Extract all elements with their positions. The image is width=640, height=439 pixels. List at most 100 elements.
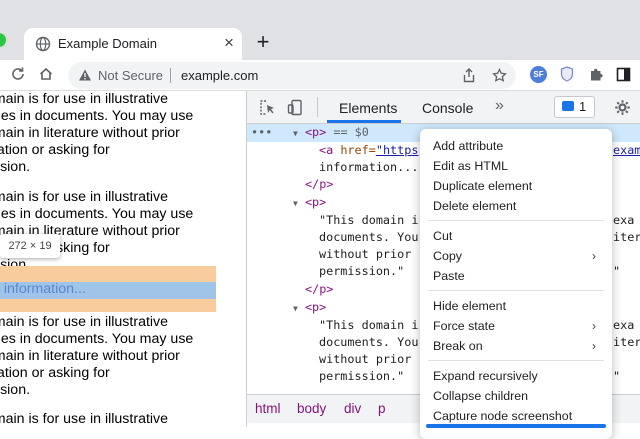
omnibox-divider — [170, 68, 171, 83]
address-bar[interactable]: Not Secure example.com — [68, 62, 516, 89]
dom-text-node[interactable]: documents. You — [319, 334, 418, 351]
menu-highlight-next-item[interactable] — [426, 424, 606, 428]
menu-item-force-state[interactable]: Force state › — [420, 316, 612, 336]
bookmark-star-icon[interactable] — [489, 65, 509, 85]
margin-highlight-bottom — [0, 299, 216, 312]
extensions-puzzle-icon[interactable] — [586, 64, 606, 84]
dom-overflow-fragment: " — [613, 369, 621, 383]
paragraph-line: domain is for use in illustrative — [0, 189, 169, 205]
dom-node-p-selected[interactable]: ▼ <p> == $0 — [293, 124, 369, 141]
node-actions-dots[interactable]: ••• — [251, 124, 272, 141]
dom-text-node[interactable]: "This domain i — [319, 317, 418, 334]
tab-title: Example Domain — [58, 36, 157, 51]
active-tab-indicator — [327, 120, 401, 123]
paragraph-line: domain is for use in illustrative — [0, 314, 169, 330]
breadcrumb-body[interactable]: body — [297, 401, 326, 416]
breadcrumb-div[interactable]: div — [344, 401, 361, 416]
tab-console[interactable]: Console — [422, 100, 473, 116]
menu-item-delete-element[interactable]: Delete element — [420, 196, 612, 216]
paragraph-line: domain is for use in illustrative — [0, 411, 169, 427]
paragraph-line: mples in documents. You may use — [0, 331, 194, 347]
toolbar-divider — [317, 97, 318, 117]
tag-name: <p> — [304, 300, 327, 314]
paragraph-4: domain is for use in illustrative — [0, 411, 228, 427]
devtools-toolbar: Elements Console » 1 — [247, 91, 640, 124]
dom-node-a[interactable]: <a href="https — [319, 142, 418, 159]
menu-item-add-attribute[interactable]: Add attribute — [420, 136, 612, 156]
inspect-element-icon[interactable] — [257, 97, 277, 117]
expand-triangle-icon[interactable]: ▼ — [293, 199, 298, 208]
menu-item-edit-as-html[interactable]: Edit as HTML — [420, 156, 612, 176]
more-tabs-button[interactable]: » — [495, 97, 504, 115]
dom-node-p[interactable]: ▼ <p> — [293, 194, 326, 211]
settings-gear-icon[interactable] — [612, 97, 632, 117]
breadcrumb-html[interactable]: html — [255, 401, 281, 416]
dom-text-node[interactable]: permission." — [319, 368, 404, 385]
message-icon — [562, 101, 574, 111]
device-toolbar-icon[interactable] — [285, 97, 305, 117]
menu-item-hide-element[interactable]: Hide element — [420, 296, 612, 316]
submenu-arrow-icon: › — [592, 319, 596, 333]
paragraph-2: domain is for use in illustrative mples … — [0, 189, 228, 274]
dom-overflow-fragment: " — [613, 264, 621, 278]
dom-closing-tag[interactable]: </p> — [305, 176, 333, 193]
new-tab-button[interactable]: + — [252, 31, 274, 53]
menu-item-paste[interactable]: Paste — [420, 266, 612, 286]
breadcrumb-p[interactable]: p — [378, 401, 386, 416]
paragraph-3: domain is for use in illustrative mples … — [0, 314, 228, 399]
menu-item-break-on[interactable]: Break on › — [420, 336, 612, 356]
window-title-bar — [0, 0, 640, 24]
paragraph-line: mples in documents. You may use — [0, 108, 194, 124]
menu-separator — [428, 220, 604, 221]
dom-overflow-fragment: exa — [613, 318, 635, 332]
expand-triangle-icon[interactable]: ▼ — [293, 304, 298, 313]
url-text[interactable]: example.com — [181, 68, 258, 83]
paragraph-1: domain is for use in illustrative mples … — [0, 91, 228, 176]
more-information-link[interactable]: e information... — [0, 281, 86, 297]
reload-icon[interactable] — [8, 64, 28, 84]
security-status[interactable]: Not Secure — [98, 68, 163, 83]
dom-closing-tag[interactable]: </p> — [305, 281, 333, 298]
paragraph-line: mples in documents. You may use — [0, 206, 194, 222]
close-tab-button[interactable]: × — [220, 34, 238, 52]
page-viewport: domain is for use in illustrative mples … — [0, 91, 246, 427]
issues-button[interactable]: 1 — [554, 96, 595, 118]
menu-item-copy[interactable]: Copy › — [420, 246, 612, 266]
dom-node-p[interactable]: ▼ <p> — [293, 299, 326, 316]
element-dimension-tooltip: 272 × 19 — [0, 234, 60, 258]
paragraph-line: dination or asking for — [0, 142, 110, 158]
paragraph-line: dination or asking for — [0, 365, 110, 381]
globe-icon — [35, 36, 51, 52]
browser-toolbar: Not Secure example.com SF — [0, 60, 640, 91]
attribute-value[interactable]: "https — [376, 143, 419, 157]
menu-item-cut[interactable]: Cut — [420, 226, 612, 246]
tag-name: <a — [319, 143, 334, 157]
dom-overflow-fragment: iter — [613, 230, 640, 244]
dom-text-node[interactable]: permission." — [319, 263, 404, 280]
dom-text-node[interactable]: without prior — [319, 246, 411, 263]
menu-separator — [428, 290, 604, 291]
menu-item-expand-recursively[interactable]: Expand recursively — [420, 366, 612, 386]
shield-extension-icon[interactable] — [557, 64, 577, 84]
share-icon[interactable] — [459, 65, 479, 85]
extension-sf-icon[interactable]: SF — [530, 66, 547, 83]
menu-item-duplicate-element[interactable]: Duplicate element — [420, 176, 612, 196]
side-panel-icon[interactable] — [613, 64, 633, 84]
dom-text-node[interactable]: documents. You — [319, 229, 418, 246]
tab-elements[interactable]: Elements — [339, 100, 397, 116]
submenu-arrow-icon: › — [592, 339, 596, 353]
menu-separator — [428, 360, 604, 361]
paragraph-line: domain is for use in illustrative — [0, 91, 169, 107]
menu-item-capture-node-screenshot[interactable]: Capture node screenshot — [420, 406, 612, 426]
home-icon[interactable] — [36, 64, 56, 84]
dom-text-node[interactable]: without prior — [319, 351, 411, 368]
paragraph-line: mission. — [0, 159, 31, 175]
tag-name: <p> — [304, 125, 327, 139]
menu-item-collapse-children[interactable]: Collapse children — [420, 386, 612, 406]
dom-text-node[interactable]: "This domain i — [319, 212, 418, 229]
expand-triangle-icon[interactable]: ▼ — [293, 129, 298, 138]
attribute-name: href= — [340, 143, 376, 157]
warning-icon[interactable] — [78, 68, 92, 82]
dom-text-node[interactable]: information... — [319, 159, 418, 176]
browser-tab[interactable]: Example Domain × — [24, 28, 242, 60]
